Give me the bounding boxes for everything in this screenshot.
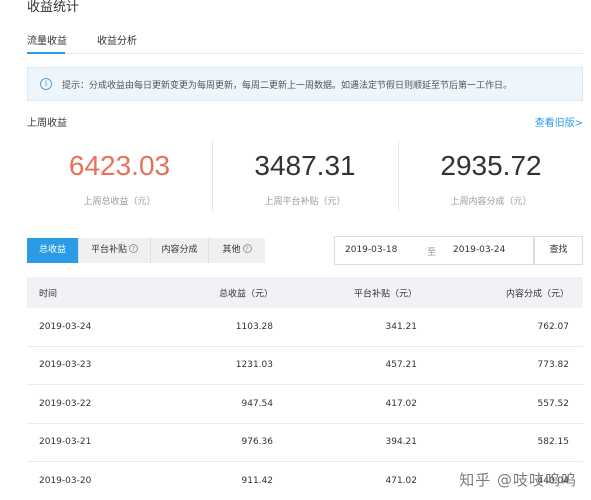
active-tab-underline bbox=[27, 52, 65, 54]
stat-label: 上周总收益（元） bbox=[83, 197, 156, 207]
cell-content: 773.82 bbox=[537, 360, 570, 371]
old-version-link[interactable]: 查看旧版> bbox=[535, 114, 583, 129]
watermark: 知乎 @吱吱呜呜 bbox=[459, 471, 577, 489]
cell-date: 2019-03-24 bbox=[39, 321, 92, 332]
end-date-input[interactable]: 2019-03-24 bbox=[453, 245, 505, 255]
filter-tab-label: 总收益 bbox=[38, 245, 66, 255]
section-title: 上周收益 bbox=[27, 118, 67, 129]
help-icon[interactable]: ? bbox=[129, 244, 138, 253]
filter-tab-content-share[interactable]: 内容分成 bbox=[151, 238, 209, 263]
cell-content: 557.52 bbox=[537, 398, 570, 409]
filter-tab-label: 平台补贴 bbox=[90, 245, 127, 255]
cell-total: 1103.28 bbox=[235, 321, 273, 332]
header-date: 时间 bbox=[39, 289, 58, 299]
page-title: 收益统计 bbox=[27, 0, 80, 15]
stat-platform-subsidy: 3487.31 上周平台补贴（元） bbox=[212, 140, 397, 212]
notice-banner: i 提示：分成收益由每日更新变更为每周更新，每周二更新上一周数据。如遇法定节假日… bbox=[27, 67, 583, 101]
filter-tab-label: 内容分成 bbox=[161, 245, 198, 255]
stat-label: 上周内容分成（元） bbox=[450, 197, 532, 207]
cell-subsidy: 457.21 bbox=[385, 360, 418, 371]
cell-date: 2019-03-22 bbox=[39, 398, 92, 409]
cell-content: 762.07 bbox=[537, 321, 570, 332]
header-content: 内容分成（元） bbox=[505, 289, 569, 299]
table-row: 2019-03-21 976.36 394.21 582.15 bbox=[27, 424, 583, 462]
tab-bar: 流量收益 收益分析 bbox=[27, 24, 583, 54]
cell-subsidy: 394.21 bbox=[385, 437, 418, 448]
help-icon[interactable]: ? bbox=[242, 244, 252, 253]
stat-label: 上周平台补贴（元） bbox=[264, 197, 346, 207]
date-range-picker[interactable]: 2019-03-18 至 2019-03-24 bbox=[334, 236, 534, 265]
filter-tab-other[interactable]: 其他? bbox=[209, 238, 265, 263]
date-separator: 至 bbox=[427, 248, 437, 258]
notice-text: 提示：分成收益由每日更新变更为每周更新，每周二更新上一周数据。如遇法定节假日则顺… bbox=[62, 81, 513, 91]
stat-value: 2935.72 bbox=[440, 150, 542, 181]
table-header: 时间 总收益（元） 平台补贴（元） 内容分成（元） bbox=[27, 277, 583, 308]
stat-total: 6423.03 上周总收益（元） bbox=[27, 140, 212, 212]
cell-subsidy: 417.02 bbox=[385, 398, 418, 409]
cell-total: 911.42 bbox=[241, 475, 274, 486]
cell-date: 2019-03-23 bbox=[39, 360, 92, 371]
table-row: 2019-03-22 947.54 417.02 557.52 bbox=[27, 385, 583, 424]
stat-content-share: 2935.72 上周内容分成（元） bbox=[398, 140, 583, 212]
header-total: 总收益（元） bbox=[218, 289, 273, 299]
stat-value: 6423.03 bbox=[68, 150, 171, 181]
cell-subsidy: 341.21 bbox=[385, 321, 418, 332]
cell-content: 582.15 bbox=[537, 437, 570, 448]
revenue-table: 时间 总收益（元） 平台补贴（元） 内容分成（元） 2019-03-24 110… bbox=[27, 277, 583, 500]
stats-panel: 6423.03 上周总收益（元） 3487.31 上周平台补贴（元） 2935.… bbox=[27, 140, 583, 220]
search-button[interactable]: 查找 bbox=[534, 236, 583, 265]
filter-tab-platform-subsidy[interactable]: 平台补贴? bbox=[79, 238, 151, 263]
cell-subsidy: 471.02 bbox=[385, 475, 418, 486]
cell-total: 976.36 bbox=[241, 437, 274, 448]
cell-total: 1231.03 bbox=[235, 360, 273, 371]
cell-total: 947.54 bbox=[241, 398, 274, 409]
filter-tab-label: 其他 bbox=[222, 245, 241, 255]
filter-tab-total[interactable]: 总收益 bbox=[27, 238, 79, 263]
info-icon: i bbox=[40, 78, 52, 90]
table-row: 2019-03-23 1231.03 457.21 773.82 bbox=[27, 347, 583, 385]
stat-value: 3487.31 bbox=[254, 150, 356, 181]
table-row: 2019-03-24 1103.28 341.21 762.07 bbox=[27, 308, 583, 347]
header-subsidy: 平台补贴（元） bbox=[353, 289, 417, 299]
tab-traffic-revenue[interactable]: 流量收益 bbox=[27, 32, 67, 47]
start-date-input[interactable]: 2019-03-18 bbox=[345, 245, 397, 255]
cell-date: 2019-03-21 bbox=[39, 437, 92, 448]
cell-date: 2019-03-20 bbox=[39, 475, 92, 486]
tab-revenue-analysis[interactable]: 收益分析 bbox=[97, 32, 137, 47]
